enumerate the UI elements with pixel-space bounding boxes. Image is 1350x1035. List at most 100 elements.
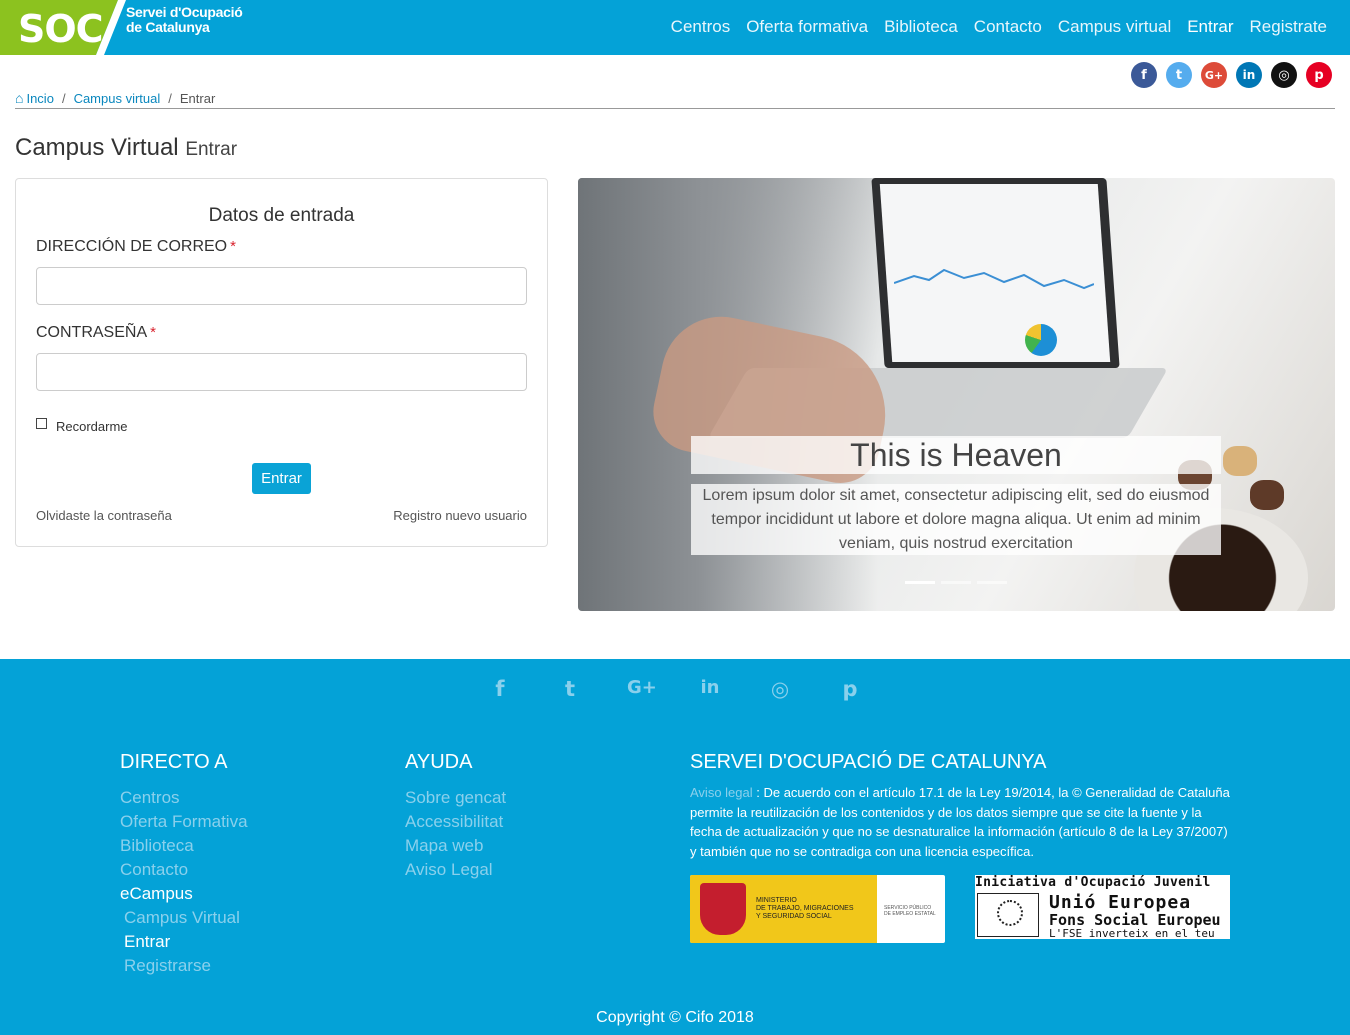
breadcrumb-separator: / bbox=[61, 90, 66, 106]
footer-link-aviso-legal[interactable]: Aviso Legal bbox=[405, 858, 506, 882]
login-title: Datos de entrada bbox=[208, 205, 355, 226]
nav-campus-virtual[interactable]: Campus virtual bbox=[1058, 17, 1171, 37]
google-plus-icon[interactable]: G+ bbox=[627, 677, 657, 701]
linkedin-icon[interactable]: in bbox=[1236, 62, 1262, 88]
spain-crest-icon bbox=[700, 883, 746, 935]
google-plus-icon[interactable]: G+ bbox=[1201, 62, 1227, 88]
fse-logo-line2: Unió Europea bbox=[1049, 892, 1192, 913]
logo-text-line2: de Catalunya bbox=[126, 19, 210, 35]
screen-pie-image bbox=[1025, 324, 1057, 356]
password-field[interactable] bbox=[36, 353, 527, 391]
breadcrumb-home[interactable]: Incio bbox=[26, 91, 53, 106]
logo-soc[interactable]: SOC bbox=[18, 7, 104, 51]
footer-link-campus-virtual[interactable]: Campus Virtual bbox=[120, 906, 248, 930]
home-icon: ⌂ bbox=[15, 90, 24, 106]
ministerio-logo[interactable]: MINISTERIO DE TRABAJO, MIGRACIONES Y SEG… bbox=[690, 875, 945, 943]
carousel-indicators bbox=[905, 581, 1007, 584]
page-subtitle: Entrar bbox=[185, 139, 238, 160]
nav-registrate[interactable]: Registrate bbox=[1250, 17, 1327, 37]
login-panel: Datos de entrada DIRECCIÓN DE CORREO * CO… bbox=[15, 178, 548, 547]
facebook-icon[interactable]: f bbox=[487, 677, 513, 701]
eu-stars-icon bbox=[997, 900, 1023, 926]
facebook-icon[interactable]: f bbox=[1131, 62, 1157, 88]
carousel-caption-text: Lorem ipsum dolor sit amet, consectetur … bbox=[691, 484, 1221, 555]
sepe-logo-text: SERVICIO PÚBLICO DE EMPLEO ESTATAL bbox=[884, 905, 936, 917]
nav-contacto[interactable]: Contacto bbox=[974, 17, 1042, 37]
email-field[interactable] bbox=[36, 267, 527, 305]
carousel-indicator-3[interactable] bbox=[977, 581, 1007, 584]
hero-carousel[interactable]: This is Heaven Lorem ipsum dolor sit ame… bbox=[578, 178, 1335, 611]
login-submit-button[interactable]: Entrar bbox=[252, 463, 311, 494]
footer-link-contacto[interactable]: Contacto bbox=[120, 858, 248, 882]
twitter-icon[interactable]: t bbox=[557, 677, 583, 701]
breadcrumb: ⌂ Incio / Campus virtual / Entrar bbox=[15, 90, 215, 106]
pinterest-icon[interactable]: p bbox=[837, 677, 863, 701]
breadcrumb-divider bbox=[15, 108, 1335, 109]
footer: f t G+ in ◎ p DIRECTO A Centros Oferta F… bbox=[0, 659, 1350, 1035]
ministerio-line3: Y SEGURIDAD SOCIAL bbox=[756, 913, 832, 920]
footer-link-mapa-web[interactable]: Mapa web bbox=[405, 834, 506, 858]
instagram-icon[interactable]: ◎ bbox=[767, 677, 793, 701]
footer-link-registrarse[interactable]: Registrarse bbox=[120, 954, 248, 978]
legal-notice-link[interactable]: Aviso legal bbox=[690, 785, 753, 800]
remember-checkbox[interactable] bbox=[36, 418, 47, 429]
linkedin-icon[interactable]: in bbox=[697, 677, 723, 701]
instagram-icon[interactable]: ◎ bbox=[1271, 62, 1297, 88]
copyright: Copyright © Cifo 2018 bbox=[596, 1009, 754, 1026]
ministerio-line1: MINISTERIO bbox=[756, 897, 797, 904]
cookie-image bbox=[1223, 446, 1257, 476]
carousel-indicator-2[interactable] bbox=[941, 581, 971, 584]
password-label-text: CONTRASEÑA bbox=[36, 324, 148, 341]
remember-me[interactable]: Recordarme bbox=[36, 418, 128, 434]
pinterest-icon[interactable]: p bbox=[1306, 62, 1332, 88]
cookie-image bbox=[1250, 480, 1284, 510]
required-mark: * bbox=[150, 324, 156, 341]
social-links-top: f t G+ in ◎ p bbox=[1131, 62, 1332, 88]
breadcrumb-current: Entrar bbox=[179, 90, 216, 106]
footer-link-centros[interactable]: Centros bbox=[120, 786, 248, 810]
footer-col2-list: Sobre gencat Accessibilitat Mapa web Avi… bbox=[405, 786, 506, 882]
register-link[interactable]: Registro nuevo usuario bbox=[393, 508, 527, 523]
nav-biblioteca[interactable]: Biblioteca bbox=[884, 17, 958, 37]
fse-logo[interactable]: Iniciativa d'Ocupació Juvenil Unió Europ… bbox=[975, 875, 1230, 939]
footer-col1-title: DIRECTO A bbox=[120, 751, 228, 773]
ministerio-logo-text: MINISTERIO DE TRABAJO, MIGRACIONES Y SEG… bbox=[756, 897, 854, 921]
nav-centros[interactable]: Centros bbox=[671, 17, 731, 37]
breadcrumb-separator: / bbox=[168, 90, 172, 106]
carousel-indicator-1[interactable] bbox=[905, 581, 935, 584]
required-mark: * bbox=[230, 238, 236, 255]
remember-label: Recordarme bbox=[56, 419, 128, 434]
footer-link-oferta[interactable]: Oferta Formativa bbox=[120, 810, 248, 834]
sepe-line2: DE EMPLEO ESTATAL bbox=[884, 911, 936, 917]
breadcrumb-campus[interactable]: Campus virtual bbox=[74, 91, 161, 106]
fse-logo-line4: L'FSE inverteix en el teu futur bbox=[1049, 927, 1215, 939]
page-title: Campus Virtual Entrar bbox=[15, 134, 237, 162]
footer-link-biblioteca[interactable]: Biblioteca bbox=[120, 834, 248, 858]
logo-text-line1: Servei d'Ocupació bbox=[126, 4, 243, 20]
carousel-caption-title: This is Heaven bbox=[691, 436, 1221, 474]
forgot-password-link[interactable]: Olvidaste la contraseña bbox=[36, 508, 172, 523]
email-label-text: DIRECCIÓN DE CORREO bbox=[36, 238, 228, 255]
footer-col1-list: Centros Oferta Formativa Biblioteca Cont… bbox=[120, 786, 248, 978]
ministerio-line2: DE TRABAJO, MIGRACIONES bbox=[756, 905, 854, 912]
legal-notice-text: : De acuerdo con el artículo 17.1 de la … bbox=[690, 785, 1230, 859]
footer-link-sobre-gencat[interactable]: Sobre gencat bbox=[405, 786, 506, 810]
fse-logo-line1: Iniciativa d'Ocupació Juvenil bbox=[975, 875, 1211, 890]
footer-social-links: f t G+ in ◎ p bbox=[0, 677, 1350, 701]
page-title-main: Campus Virtual bbox=[15, 134, 179, 161]
footer-col3-title: SERVEI D'OCUPACIÓ DE CATALUNYA bbox=[690, 751, 1047, 773]
logo-text[interactable]: Servei d'Ocupació de Catalunya bbox=[126, 5, 243, 35]
footer-link-entrar[interactable]: Entrar bbox=[120, 930, 248, 954]
footer-col2-title: AYUDA bbox=[405, 751, 473, 773]
footer-link-ecampus[interactable]: eCampus bbox=[120, 882, 248, 906]
password-label: CONTRASEÑA * bbox=[36, 324, 156, 342]
nav-oferta-formativa[interactable]: Oferta formativa bbox=[746, 17, 868, 37]
twitter-icon[interactable]: t bbox=[1166, 62, 1192, 88]
legal-notice: Aviso legal : De acuerdo con el artículo… bbox=[690, 783, 1235, 861]
footer-link-accessibilitat[interactable]: Accessibilitat bbox=[405, 810, 506, 834]
nav-entrar[interactable]: Entrar bbox=[1187, 17, 1233, 37]
top-navbar: SOC Servei d'Ocupació de Catalunya Centr… bbox=[0, 0, 1350, 55]
main-nav: Centros Oferta formativa Biblioteca Cont… bbox=[671, 17, 1327, 37]
screen-chart-image bbox=[894, 268, 1094, 290]
email-label: DIRECCIÓN DE CORREO * bbox=[36, 238, 236, 256]
